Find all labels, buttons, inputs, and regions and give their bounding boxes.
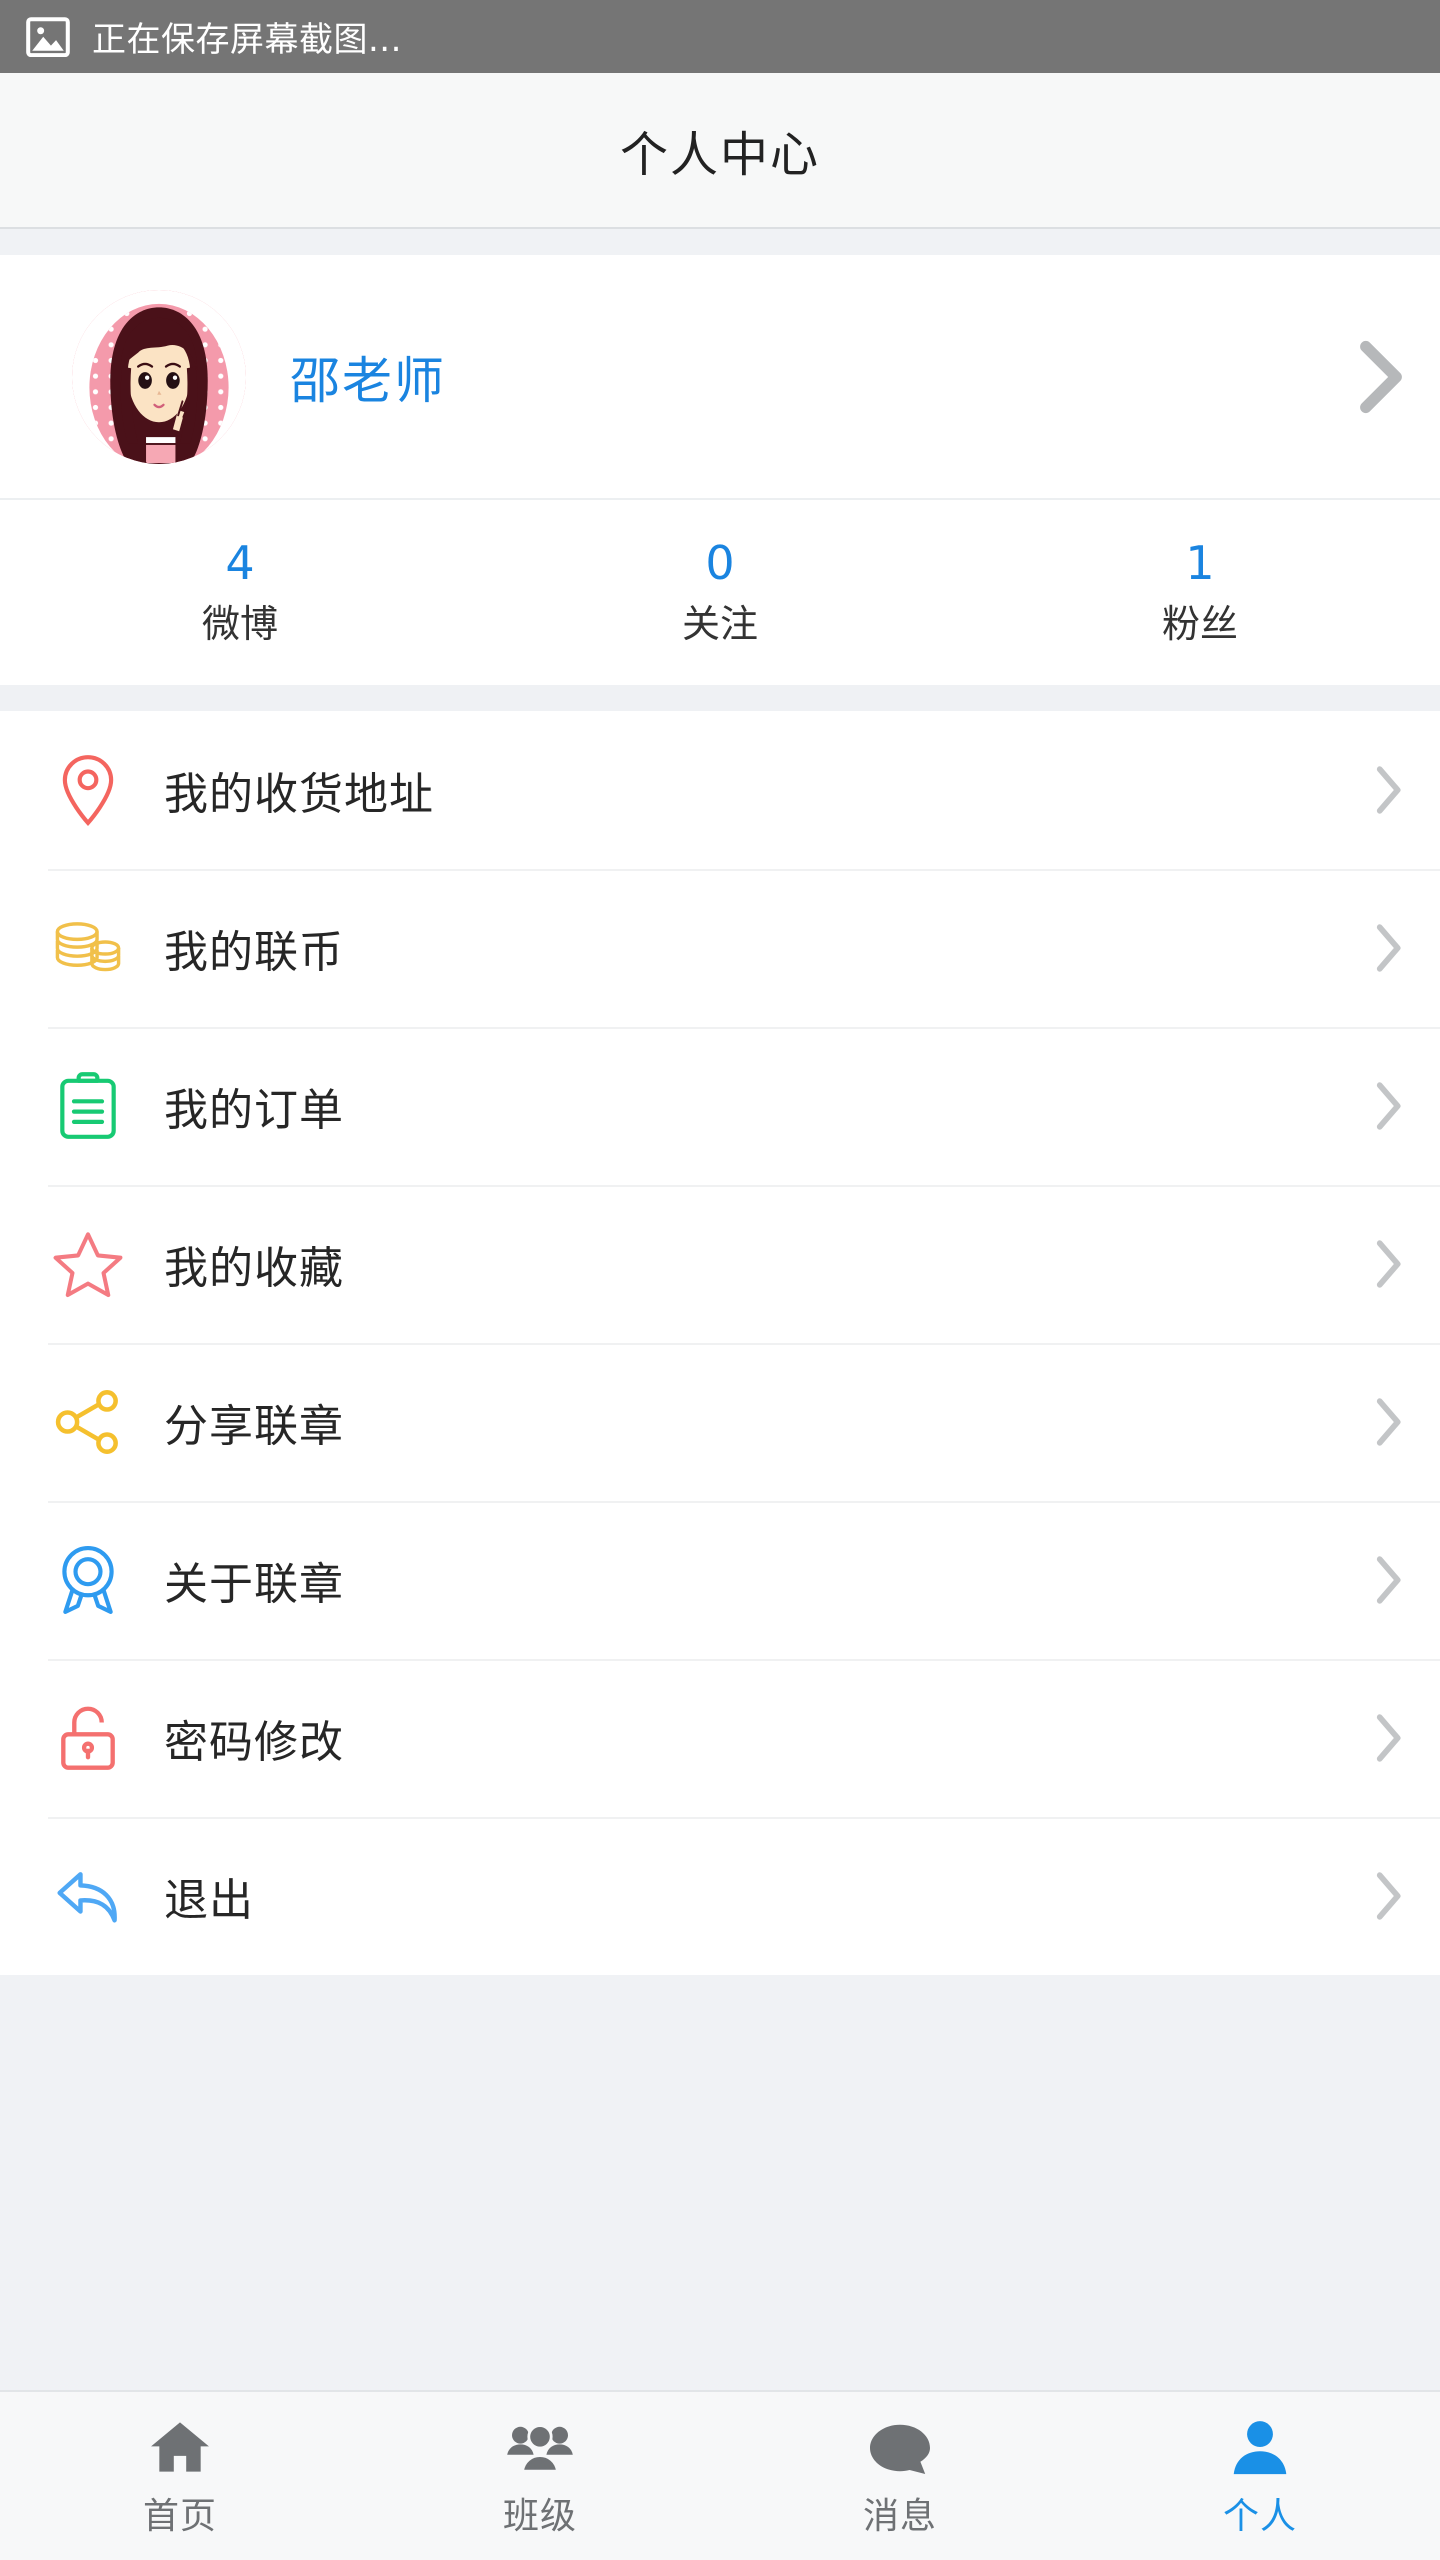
person-icon	[1232, 2413, 1288, 2475]
menu-item-favorites[interactable]: 我的收藏	[0, 1185, 1440, 1343]
chevron-right-icon	[1374, 1238, 1404, 1290]
page-header: 个人中心	[0, 73, 1440, 229]
tab-home[interactable]: 首页	[0, 2413, 360, 2539]
home-icon	[149, 2413, 211, 2475]
stat-weibo[interactable]: 4 微博	[0, 535, 480, 650]
tab-profile[interactable]: 个人	[1080, 2413, 1440, 2539]
menu-item-password[interactable]: 密码修改	[0, 1659, 1440, 1817]
chevron-right-icon	[1374, 922, 1404, 974]
menu-item-label: 我的收藏	[164, 1243, 344, 1294]
tab-class[interactable]: 班级	[360, 2413, 720, 2539]
reply-arrow-icon	[48, 1856, 128, 1936]
chevron-right-icon	[1374, 1396, 1404, 1448]
menu-item-label: 我的订单	[164, 1085, 344, 1136]
avatar[interactable]	[72, 289, 246, 464]
stat-label: 粉丝	[1161, 601, 1238, 646]
bottom-tab-bar: 首页 班级 消息 个人	[0, 2390, 1440, 2560]
chevron-right-icon	[1374, 1080, 1404, 1132]
header-spacer	[0, 229, 1440, 255]
location-pin-icon	[48, 750, 128, 830]
stat-label: 关注	[681, 601, 758, 646]
image-icon	[26, 16, 70, 57]
menu-item-label: 密码修改	[164, 1717, 344, 1768]
clipboard-icon	[48, 1066, 128, 1146]
medal-icon	[48, 1540, 128, 1620]
status-bar-text: 正在保存屏幕截图...	[92, 20, 402, 60]
menu-item-orders[interactable]: 我的订单	[0, 1027, 1440, 1185]
stat-value: 4	[225, 536, 255, 591]
tab-label: 首页	[142, 2496, 217, 2537]
chevron-right-icon	[1374, 1712, 1404, 1764]
content-filler	[0, 1975, 1440, 2390]
status-bar: 正在保存屏幕截图...	[0, 0, 1440, 73]
stat-value: 1	[1185, 536, 1215, 591]
menu-item-label: 我的联币	[164, 927, 344, 978]
stat-followers[interactable]: 1 粉丝	[960, 535, 1440, 650]
menu-item-address[interactable]: 我的收货地址	[0, 711, 1440, 869]
chat-icon	[868, 2413, 932, 2475]
chevron-right-icon	[1374, 1554, 1404, 1606]
tab-label: 个人	[1222, 2496, 1297, 2537]
stat-value: 0	[705, 536, 735, 591]
chevron-right-icon	[1374, 764, 1404, 816]
profile-stats: 4 微博 0 关注 1 粉丝	[0, 500, 1440, 685]
tab-label: 消息	[862, 2496, 937, 2537]
chevron-right-icon	[1374, 1870, 1404, 1922]
profile-username: 邵老师	[290, 351, 446, 410]
profile-card[interactable]: 邵老师	[0, 255, 1440, 500]
star-icon	[48, 1224, 128, 1304]
chevron-right-icon[interactable]	[1358, 339, 1404, 415]
menu-item-share[interactable]: 分享联章	[0, 1343, 1440, 1501]
menu-item-label: 分享联章	[164, 1401, 344, 1452]
tab-label: 班级	[502, 2496, 577, 2537]
menu-item-label: 退出	[164, 1875, 254, 1926]
stat-label: 微博	[201, 601, 278, 646]
menu-item-label: 关于联章	[164, 1559, 344, 1610]
share-icon	[48, 1382, 128, 1462]
people-icon	[506, 2413, 574, 2475]
app-screen: 正在保存屏幕截图... 个人中心 邵老师 4 微博 0 关注 1 粉丝 我的收货…	[0, 0, 1440, 2560]
page-title: 个人中心	[619, 127, 820, 183]
tab-messages[interactable]: 消息	[720, 2413, 1080, 2539]
menu-item-label: 我的收货地址	[164, 769, 434, 820]
unlock-icon	[48, 1698, 128, 1778]
menu-list: 我的收货地址 我的联币 我的订单 我的收藏 分享联章 关于联章 密码修改 退出	[0, 711, 1440, 1975]
stats-spacer	[0, 685, 1440, 711]
stat-following[interactable]: 0 关注	[480, 535, 960, 650]
menu-item-coins[interactable]: 我的联币	[0, 869, 1440, 1027]
menu-item-about[interactable]: 关于联章	[0, 1501, 1440, 1659]
coins-icon	[48, 908, 128, 988]
menu-item-logout[interactable]: 退出	[0, 1817, 1440, 1975]
